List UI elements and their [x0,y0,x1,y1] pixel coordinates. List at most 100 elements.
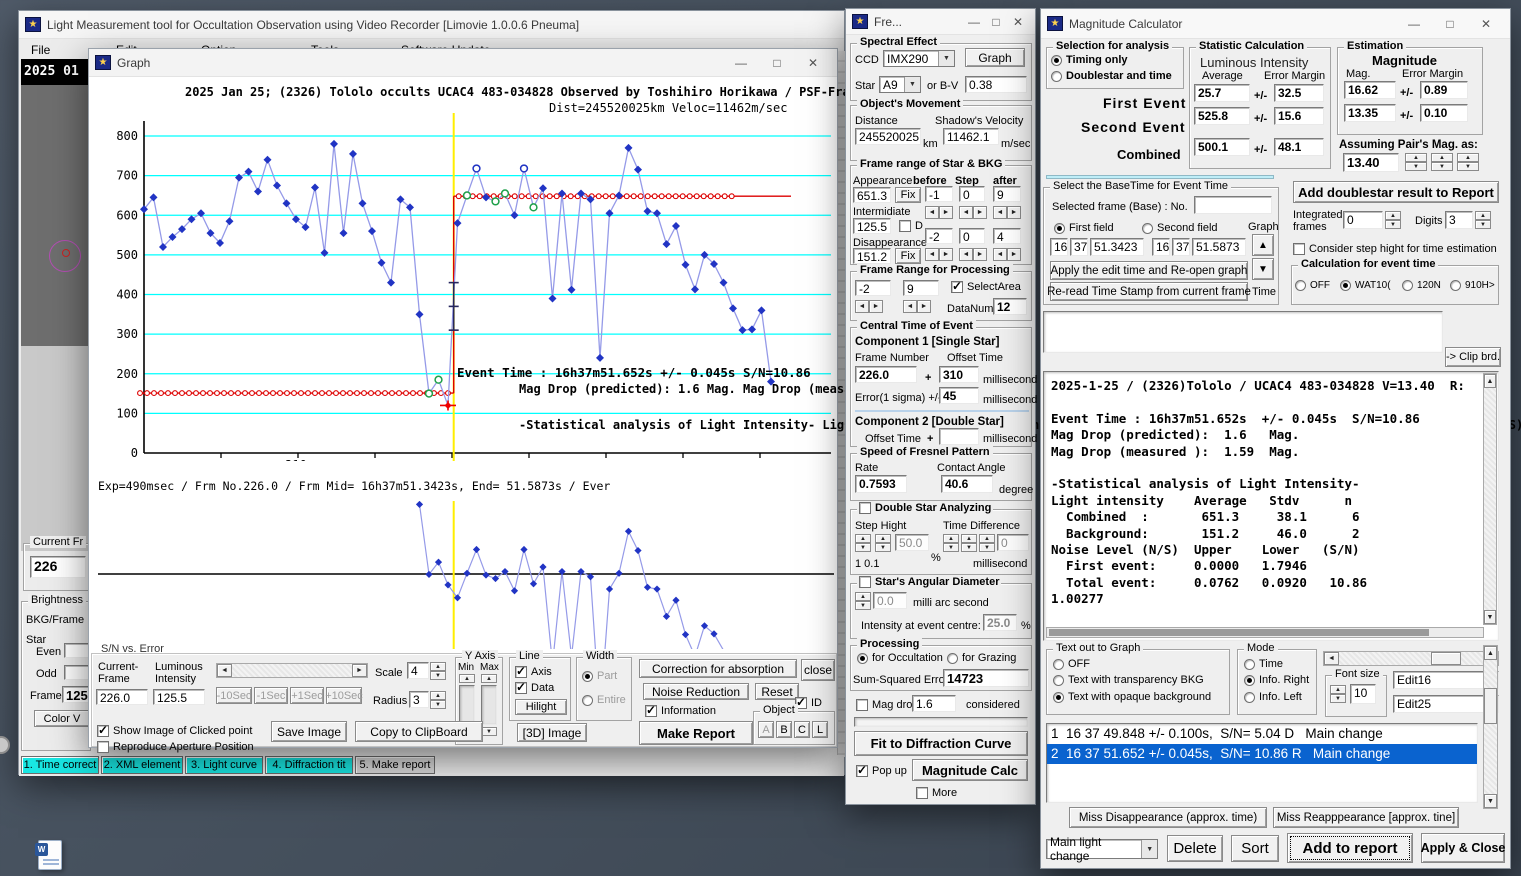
miss-disappearance-button[interactable]: Miss Disappearance (approx. time) [1069,807,1267,828]
right-arrow-icon[interactable]: ► [939,206,953,219]
time2-ss[interactable]: 51.5873 [1192,238,1246,256]
report-textarea[interactable]: 2025-1-25 / (2326)Tololo / UCAC4 483-034… [1043,371,1499,641]
scroll-thumb[interactable] [1484,688,1497,724]
intensity-centre-value[interactable]: 25.0 [983,614,1017,631]
angular-value[interactable]: 0.0 [873,592,907,609]
velocity-value[interactable]: 11462.1 [943,128,999,145]
left-arrow-icon[interactable]: ◄ [925,206,939,219]
frame-scrollbar[interactable]: ◄ ► [216,663,368,678]
font-size-spinner[interactable]: ▲ ▼ [1330,685,1346,703]
mode-time-radio[interactable]: Time [1244,658,1283,670]
down-arrow-icon[interactable]: ▼ [1457,162,1479,171]
event-listbox[interactable]: 1 16 37 49.848 +/- 0.100s, S/N= 5.04 D M… [1046,723,1478,803]
step-3-light-curve[interactable]: 3. Light curve [185,756,263,774]
angular-diameter-checkbox[interactable]: Star's Angular Diameter [857,576,1002,588]
close-icon[interactable]: ✕ [1468,12,1504,36]
d-before-value[interactable]: -2 [925,228,953,244]
information-checkbox[interactable]: Information [645,703,716,717]
intermidiate-value[interactable]: 125.5 [853,218,891,234]
spectral-graph-button[interactable]: Graph [965,48,1025,67]
up-arrow-icon[interactable]: ▲ [1484,646,1497,660]
d-checkbox[interactable]: D [899,220,923,232]
digits-value[interactable]: 3 [1445,211,1473,229]
first-event-error[interactable]: 32.5 [1274,84,1324,102]
appearance-value[interactable]: 651.3 [853,187,891,203]
double-star-checkbox[interactable]: Double Star Analyzing [857,502,994,514]
residual-chart[interactable] [96,501,836,649]
step-hight-spinner1[interactable]: ▲ ▼ [855,534,871,552]
datanum-value[interactable]: 12 [993,298,1027,315]
up-arrow-icon[interactable]: ▲ [855,534,871,543]
down-arrow-icon[interactable]: ▼ [875,543,891,552]
up-arrow-icon[interactable]: ▲ [1385,211,1401,220]
up-arrow-icon[interactable]: ▲ [430,662,446,671]
data-checkbox[interactable]: Data [515,680,554,694]
right-arrow-icon[interactable]: ► [869,300,883,313]
right-arrow-icon[interactable]: ► [973,206,987,219]
graph-pos-scrollbar[interactable]: ◄ ► [1323,651,1499,666]
first-event-mag-error[interactable]: 0.89 [1420,81,1468,99]
current-frame-value[interactable]: 226.0 [96,689,148,705]
make-report-button[interactable]: Make Report [639,721,753,745]
step-value[interactable]: 0 [959,186,985,202]
left-arrow-icon[interactable]: ◄ [925,248,939,261]
range-to-value[interactable]: 9 [903,280,939,296]
assumed-mag-spinner2[interactable]: ▲ ▼ [1431,153,1453,171]
down-arrow-icon[interactable]: ▼ [1475,220,1491,229]
first-field-radio[interactable]: First field [1054,222,1114,234]
time2-hh[interactable]: 16 [1152,238,1170,256]
down-arrow-icon[interactable]: ▼ [481,727,497,736]
close-icon[interactable]: ✕ [1007,10,1029,34]
down-arrow-icon[interactable]: ▼ [1484,610,1496,624]
calc-910-radio[interactable]: 910H> [1450,280,1495,291]
copy-clipboard-button[interactable]: Copy to ClipBoard [355,721,483,742]
yaxis-max-down[interactable]: ▼ [481,727,497,736]
first-event-average[interactable]: 25.7 [1194,84,1250,102]
up-arrow-icon[interactable]: ▲ [459,674,475,683]
second-event-mag-error[interactable]: 0.10 [1420,104,1468,122]
combined-error[interactable]: 48.1 [1274,138,1324,156]
scale-spinner[interactable]: ▲ ▼ [430,662,446,680]
list-item[interactable]: 1 16 37 49.848 +/- 0.100s, S/N= 5.04 D M… [1047,724,1477,744]
step-2-xml-element[interactable]: 2. XML element [101,756,183,774]
video-frame[interactable] [21,85,91,346]
object-c-button[interactable]: C [794,721,810,738]
even-field[interactable] [64,643,90,658]
consider-step-checkbox[interactable]: Consider step hight for time estimation [1293,243,1497,255]
down-arrow-icon[interactable]: ▼ [961,543,977,552]
down-arrow-icon[interactable]: ▼ [430,700,446,709]
frame-brightness-field[interactable]: 125 [62,686,90,703]
axis-checkbox[interactable]: Axis [515,664,552,678]
step-1-time-correct[interactable]: 1. Time correct [21,756,99,774]
list-vscrollbar[interactable]: ▲ ▼ [1483,645,1498,809]
step-hight-value[interactable]: 50.0 [895,534,929,551]
up-arrow-icon[interactable]: ▲ [1457,153,1479,162]
time2-mm[interactable]: 37 [1172,238,1190,256]
minimize-icon[interactable]: — [963,10,985,34]
second-event-average[interactable]: 525.8 [1194,107,1250,125]
scroll-right-icon[interactable]: ► [352,664,367,677]
scale-value[interactable]: 4 [407,662,429,679]
angular-spinner[interactable]: ▲ ▼ [855,592,871,610]
right-arrow-icon[interactable]: ► [939,248,953,261]
yaxis-max-track[interactable] [481,685,497,725]
down-arrow-icon[interactable]: ▼ [979,543,995,552]
maximize-icon[interactable]: □ [1432,12,1468,36]
close-button[interactable]: close [801,659,835,681]
current-frame-value-main[interactable]: 226 [30,556,86,578]
font-size-value[interactable]: 10 [1350,684,1376,704]
integrated-frames-value[interactable]: 0 [1343,211,1383,229]
correction-absorption-button[interactable]: Correction for absorption [639,659,797,678]
down-arrow-icon[interactable]: ▼ [430,671,446,680]
left-arrow-icon[interactable]: ◄ [855,300,869,313]
assumed-mag-value[interactable]: 13.40 [1343,153,1399,172]
selectarea-checkbox[interactable]: SelectArea [951,279,1021,293]
up-arrow-icon[interactable]: ▲ [855,592,871,601]
range-to-spinner[interactable]: ◄ ► [903,300,931,313]
left-arrow-icon[interactable]: ◄ [903,300,917,313]
up-arrow-icon[interactable]: ▲ [1475,211,1491,220]
ccd-select[interactable]: IMX290 [883,50,955,67]
time1-hh[interactable]: 16 [1050,238,1068,256]
time-diff-value[interactable]: 0 [997,534,1029,551]
more-checkbox[interactable]: More [916,787,957,799]
